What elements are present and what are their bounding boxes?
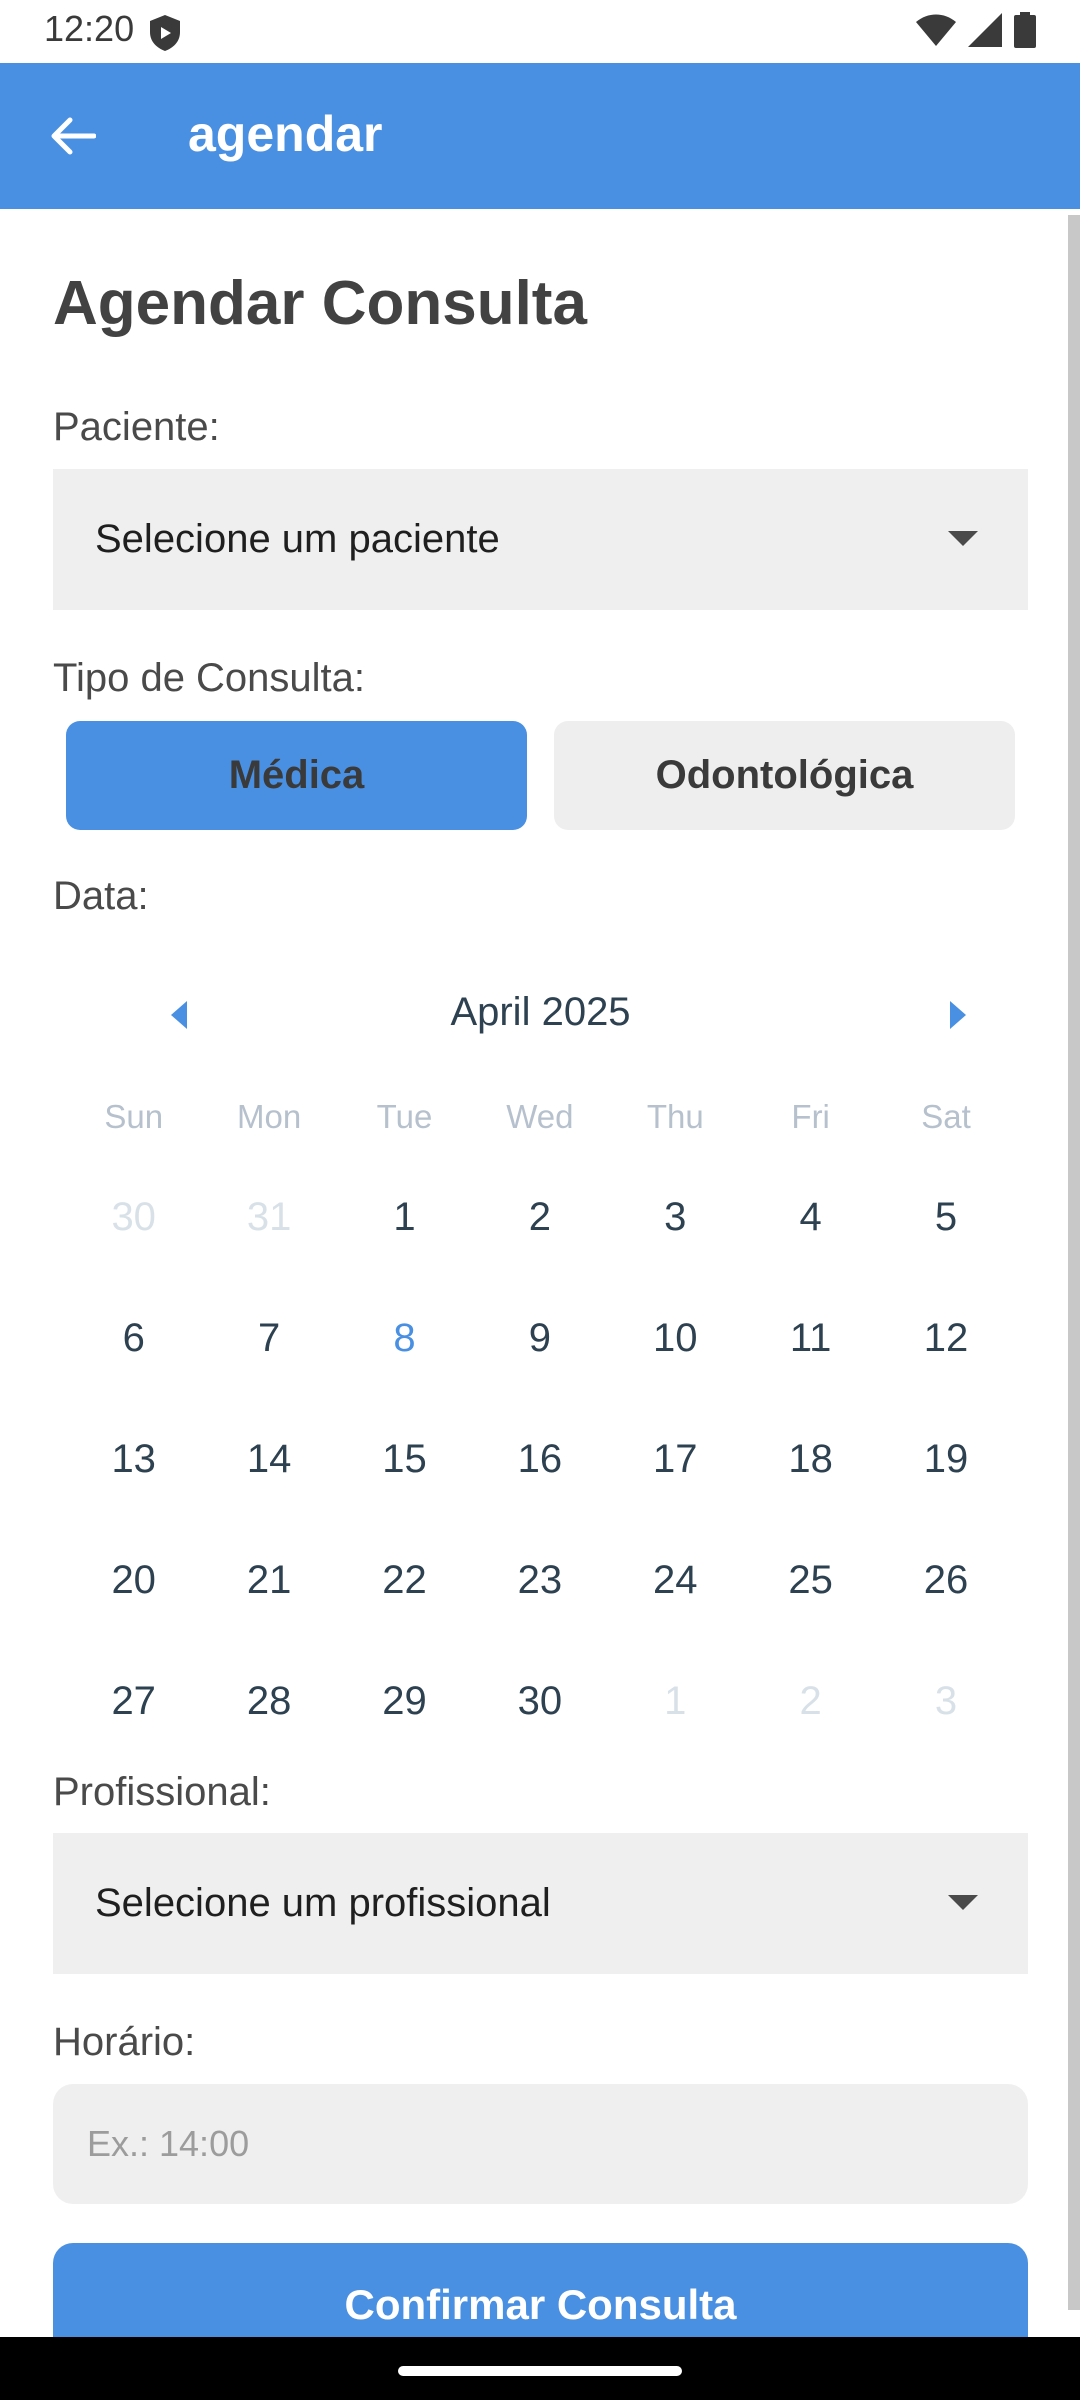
calendar-week: 6 7 8 9 10 11 12 bbox=[66, 1278, 1014, 1399]
weekday-thu: Thu bbox=[646, 1098, 704, 1135]
consult-type-medica-button[interactable]: Médica bbox=[66, 721, 527, 830]
previous-month-button[interactable] bbox=[150, 992, 210, 1038]
calendar-day[interactable]: 13 bbox=[66, 1399, 201, 1520]
calendar-day[interactable]: 25 bbox=[743, 1520, 878, 1641]
status-icons bbox=[916, 12, 1036, 48]
professional-select[interactable]: Selecione um profissional bbox=[53, 1833, 1028, 1974]
time-label: Horário: bbox=[53, 2020, 196, 2064]
calendar-day-outside-month[interactable]: 30 bbox=[66, 1157, 201, 1278]
weekday-wed: Wed bbox=[506, 1098, 574, 1135]
scrollbar[interactable] bbox=[1068, 215, 1080, 2310]
app-bar: agendar bbox=[0, 63, 1080, 209]
chevron-left-icon bbox=[171, 1001, 187, 1029]
calendar-header: April 2025 bbox=[53, 980, 1028, 1050]
status-bar: 12:20 bbox=[0, 0, 1080, 63]
calendar-day[interactable]: 11 bbox=[743, 1278, 878, 1399]
professional-label: Profissional: bbox=[53, 1770, 271, 1814]
calendar-week: 20 21 22 23 24 25 26 bbox=[66, 1520, 1014, 1641]
calendar-day-outside-month[interactable]: 2 bbox=[743, 1641, 878, 1762]
calendar-day[interactable]: 30 bbox=[472, 1641, 607, 1762]
calendar-day[interactable]: 6 bbox=[66, 1278, 201, 1399]
calendar-day[interactable]: 27 bbox=[66, 1641, 201, 1762]
weekday-mon: Mon bbox=[236, 1098, 302, 1135]
calendar-day[interactable]: 19 bbox=[878, 1399, 1013, 1520]
calendar-week: 30 31 1 2 3 4 5 bbox=[66, 1157, 1014, 1278]
wifi-icon bbox=[916, 14, 956, 46]
back-button[interactable] bbox=[30, 98, 114, 174]
calendar-day[interactable]: 29 bbox=[337, 1641, 472, 1762]
calendar-day[interactable]: 26 bbox=[878, 1520, 1013, 1641]
calendar-day[interactable]: 5 bbox=[878, 1157, 1013, 1278]
caret-down-icon bbox=[948, 531, 978, 546]
patient-select-value: Selecione um paciente bbox=[95, 517, 500, 561]
arrow-left-icon bbox=[51, 117, 96, 155]
calendar-day-outside-month[interactable]: 31 bbox=[201, 1157, 336, 1278]
calendar-day[interactable]: 10 bbox=[608, 1278, 743, 1399]
calendar-day[interactable]: 3 bbox=[608, 1157, 743, 1278]
calendar-day[interactable]: 14 bbox=[201, 1399, 336, 1520]
signal-icon bbox=[968, 13, 1002, 47]
calendar-week: 27 28 29 30 1 2 3 bbox=[66, 1641, 1014, 1762]
navigation-bar bbox=[0, 2337, 1080, 2400]
calendar-day[interactable]: 4 bbox=[743, 1157, 878, 1278]
weekday-sat: Sat bbox=[921, 1098, 971, 1135]
calendar-day[interactable]: 12 bbox=[878, 1278, 1013, 1399]
status-time: 12:20 bbox=[44, 8, 135, 49]
calendar-day[interactable]: 17 bbox=[608, 1399, 743, 1520]
calendar-day[interactable]: 23 bbox=[472, 1520, 607, 1641]
consult-type-odontologica-button[interactable]: Odontológica bbox=[554, 721, 1015, 830]
confirm-button-label: Confirmar Consulta bbox=[344, 2281, 737, 2328]
calendar-day-today[interactable]: 8 bbox=[337, 1278, 472, 1399]
patient-label: Paciente: bbox=[53, 405, 220, 449]
calendar-day[interactable]: 21 bbox=[201, 1520, 336, 1641]
battery-icon bbox=[1014, 12, 1036, 48]
calendar-day[interactable]: 15 bbox=[337, 1399, 472, 1520]
calendar-day[interactable]: 20 bbox=[66, 1520, 201, 1641]
calendar-weekdays: Sun Mon Tue Wed Thu Fri Sat bbox=[66, 1098, 1014, 1136]
page-title: Agendar Consulta bbox=[53, 269, 587, 338]
consult-type-label: Tipo de Consulta: bbox=[53, 656, 366, 700]
chevron-right-icon bbox=[950, 1001, 966, 1029]
calendar-day[interactable]: 1 bbox=[337, 1157, 472, 1278]
screen: 12:20 agendar Agendar Consulta Paciente:… bbox=[0, 0, 1080, 2400]
weekday-sun: Sun bbox=[104, 1098, 164, 1135]
app-bar-title: agendar bbox=[188, 106, 383, 162]
calendar-day-outside-month[interactable]: 3 bbox=[878, 1641, 1013, 1762]
calendar-day[interactable]: 16 bbox=[472, 1399, 607, 1520]
shield-icon bbox=[150, 15, 180, 51]
calendar-week: 13 14 15 16 17 18 19 bbox=[66, 1399, 1014, 1520]
time-input[interactable] bbox=[53, 2084, 1028, 2204]
calendar-day[interactable]: 22 bbox=[337, 1520, 472, 1641]
home-gesture-handle[interactable] bbox=[398, 2366, 682, 2376]
calendar-day[interactable]: 9 bbox=[472, 1278, 607, 1399]
calendar-day[interactable]: 18 bbox=[743, 1399, 878, 1520]
weekday-fri: Fri bbox=[791, 1098, 830, 1135]
calendar-day[interactable]: 7 bbox=[201, 1278, 336, 1399]
calendar-day[interactable]: 24 bbox=[608, 1520, 743, 1641]
calendar-grid: 30 31 1 2 3 4 5 6 7 8 9 10 11 12 13 14 1… bbox=[66, 1157, 1014, 1762]
calendar-day[interactable]: 2 bbox=[472, 1157, 607, 1278]
professional-select-value: Selecione um profissional bbox=[95, 1881, 551, 1925]
patient-select[interactable]: Selecione um paciente bbox=[53, 469, 1028, 610]
next-month-button[interactable] bbox=[927, 992, 987, 1038]
weekday-tue: Tue bbox=[376, 1098, 433, 1135]
calendar-day[interactable]: 28 bbox=[201, 1641, 336, 1762]
caret-down-icon bbox=[948, 1895, 978, 1910]
date-label: Data: bbox=[53, 874, 149, 918]
calendar-day-outside-month[interactable]: 1 bbox=[608, 1641, 743, 1762]
